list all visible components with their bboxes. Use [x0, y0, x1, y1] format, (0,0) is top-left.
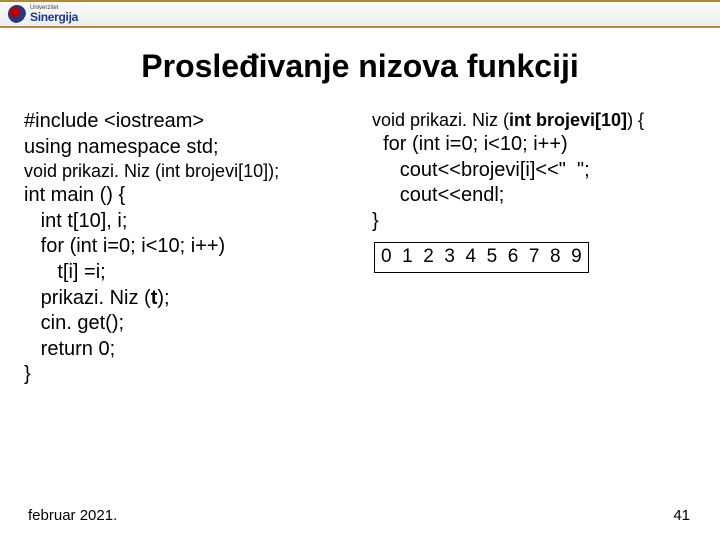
logo-swirl-icon [8, 5, 26, 23]
slide-title: Prosleđivanje nizova funkciji [0, 48, 720, 85]
code-line: return 0; [24, 337, 364, 363]
code-line: } [24, 362, 364, 388]
code-line: prikazi. Niz (t); [24, 286, 364, 312]
logo: Univerzitet Sinergija [8, 5, 78, 23]
code-left-column: #include <iostream> using namespace std;… [24, 109, 364, 388]
code-line: void prikazi. Niz (int brojevi[10]); [24, 160, 364, 183]
footer-date: februar 2021. [28, 507, 117, 524]
header-bar: Univerzitet Sinergija [0, 0, 720, 28]
code-line: void prikazi. Niz (int brojevi[10]) { [372, 109, 704, 132]
code-line: #include <iostream> [24, 109, 364, 135]
code-line: int t[10], i; [24, 209, 364, 235]
code-line: for (int i=0; i<10; i++) [372, 132, 704, 158]
footer: februar 2021. 41 [0, 507, 720, 524]
logo-main-text: Sinergija [30, 11, 78, 23]
output-box: 0 1 2 3 4 5 6 7 8 9 [374, 242, 589, 272]
content-area: #include <iostream> using namespace std;… [0, 85, 720, 388]
code-line: for (int i=0; i<10; i++) [24, 234, 364, 260]
code-line: using namespace std; [24, 135, 364, 161]
code-line: t[i] =i; [24, 260, 364, 286]
code-right-column: void prikazi. Niz (int brojevi[10]) { fo… [372, 109, 704, 388]
code-line: } [372, 209, 704, 235]
page-number: 41 [673, 507, 690, 524]
code-line: int main () { [24, 183, 364, 209]
code-line: cin. get(); [24, 311, 364, 337]
code-line: cout<<endl; [372, 183, 704, 209]
code-line: cout<<brojevi[i]<<" "; [372, 158, 704, 184]
